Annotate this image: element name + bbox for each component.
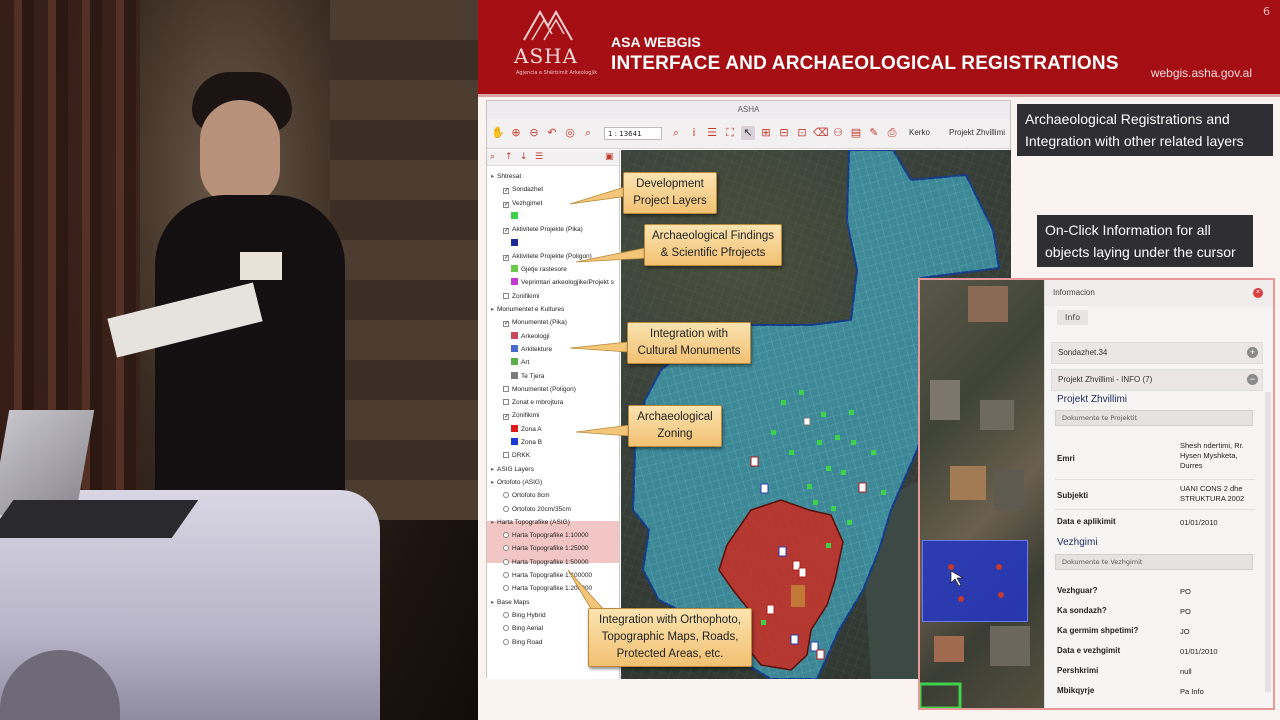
pershkrimi-label: Pershkrimi xyxy=(1057,666,1099,675)
info-header: Informacion × xyxy=(1045,280,1273,306)
info-header-label: Informacion xyxy=(1053,288,1095,297)
selected-markers xyxy=(948,564,1004,602)
pershkrimi-value: null xyxy=(1180,667,1192,676)
zoomed-buildings xyxy=(920,286,1030,708)
projekt-documents-button[interactable]: Dokumente te Projektit xyxy=(1055,410,1253,426)
subjekti-value: UANI CONS 2 dhe STRUKTURA 2002 xyxy=(1180,484,1245,503)
close-icon[interactable]: × xyxy=(1253,288,1263,298)
data-vezhgimit-label: Data e vezhgimit xyxy=(1057,646,1121,655)
callout-findings: Archaeological Findings & Scientific Pfr… xyxy=(644,224,782,266)
divider xyxy=(1055,509,1255,510)
speaker-body xyxy=(155,195,345,535)
emri-value: Shesh ndertimi, Rr. Hysen Myshketa, Durr… xyxy=(1180,441,1244,470)
video-frame: ASHA Agjencia e Shërbimit Arkeologjik AS… xyxy=(0,0,1280,720)
germim-value: JO xyxy=(1180,627,1190,636)
accordion-sondazhet[interactable]: Sondazhet.34 + xyxy=(1051,342,1263,364)
collapse-icon[interactable]: − xyxy=(1247,374,1258,385)
selected-polygon[interactable] xyxy=(922,540,1028,622)
callout-development: Development Project Layers xyxy=(623,172,717,214)
callout-zoning: Archaeological Zoning xyxy=(628,405,722,447)
expand-icon[interactable]: + xyxy=(1247,347,1258,358)
name-badge xyxy=(240,252,282,280)
callout-orthophoto: Integration with Orthophoto, Topographic… xyxy=(588,608,752,667)
germim-label: Ka germim shpetimi? xyxy=(1057,626,1139,635)
accordion-projekt[interactable]: Projekt Zhvillimi - INFO (7) − xyxy=(1051,369,1263,391)
info-panel: Informacion × Info Sondazhet.34 + Projek… xyxy=(1044,280,1273,708)
info-scrollbar[interactable] xyxy=(1265,392,1271,692)
mbikqyrje-value: Pa Info xyxy=(1180,687,1204,696)
data-aplikimit-value: 01/01/2010 xyxy=(1180,518,1218,527)
vezhguar-label: Vezhguar? xyxy=(1057,586,1098,595)
label-registrations: Archaeological Registrations and Integra… xyxy=(1017,104,1273,156)
vezhgimi-documents-button[interactable]: Dokumente te Vezhgimit xyxy=(1055,554,1253,570)
subjekti-label: Subjekti xyxy=(1057,491,1089,500)
sondazh-value: PO xyxy=(1180,607,1191,616)
laptop-base xyxy=(0,500,199,538)
vezhguar-value: PO xyxy=(1180,587,1191,596)
section-vezhgimi-title: Vezhgimi xyxy=(1057,537,1098,548)
zoomed-map xyxy=(920,280,1044,708)
label-onclick: On-Click Information for all objects lay… xyxy=(1037,215,1253,267)
slide: ASHA Agjencia e Shërbimit Arkeologjik AS… xyxy=(478,0,1280,720)
sondazh-label: Ka sondazh? xyxy=(1057,606,1107,615)
callout-cultural: Integration with Cultural Monuments xyxy=(627,322,751,364)
mbikqyrje-label: Mbikqyrje xyxy=(1057,686,1095,695)
speaker-head xyxy=(200,100,280,205)
accordion-projekt-label: Projekt Zhvillimi - INFO (7) xyxy=(1058,375,1153,384)
section-projekt-title: Projekt Zhvillimi xyxy=(1057,394,1128,405)
tab-info[interactable]: Info xyxy=(1057,310,1089,325)
data-vezhgimit-value: 01/01/2010 xyxy=(1180,647,1218,656)
accordion-sondazhet-label: Sondazhet.34 xyxy=(1058,348,1108,357)
emri-label: Emri xyxy=(1057,454,1075,463)
speaker-photo xyxy=(0,0,478,720)
info-popup: Informacion × Info Sondazhet.34 + Projek… xyxy=(918,278,1275,710)
divider xyxy=(1055,479,1255,480)
wall-panel xyxy=(330,0,478,520)
data-aplikimit-label: Data e aplikimit xyxy=(1057,517,1116,526)
